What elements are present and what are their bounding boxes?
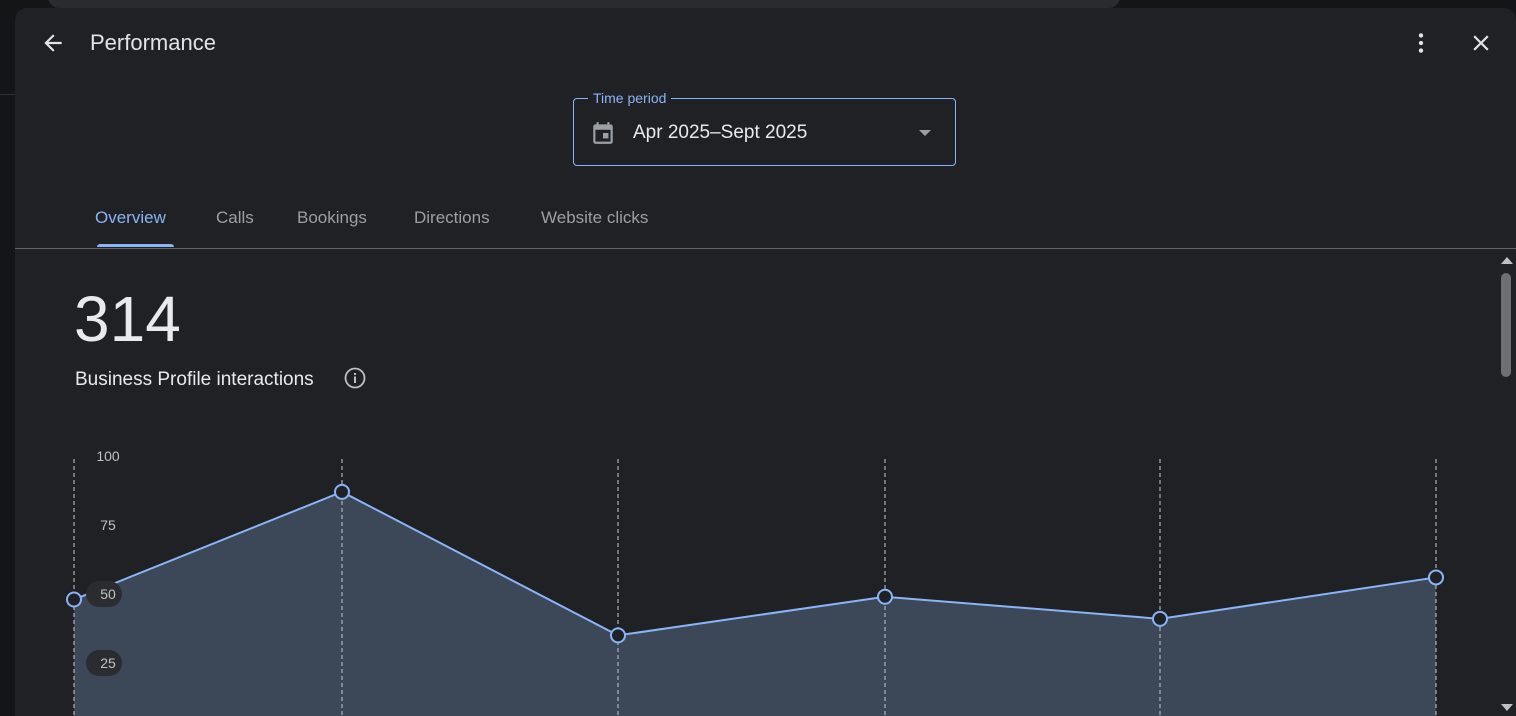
arrow-drop-down-icon [919,130,931,136]
time-period-select[interactable]: Time period Apr 2025–Sept 2025 [573,89,956,166]
tab-calls[interactable]: Calls [216,208,254,228]
data-point-4 [1152,610,1168,627]
time-period-label: Time period [588,89,672,107]
overview-content: 100 75 50 25 314 Business Profile interacti… [15,249,1495,716]
info-icon[interactable] [343,366,367,390]
tab-directions[interactable]: Directions [414,208,490,228]
interactions-label: Business Profile interactions [75,369,314,390]
active-tab-indicator [97,244,174,247]
y-tick-label-100: 100 [96,448,120,464]
close-button[interactable] [1465,27,1497,59]
close-icon [1473,35,1489,51]
scrollbar[interactable] [1498,249,1516,716]
scroll-down-arrow-icon[interactable] [1500,703,1514,713]
more-vert-icon [1418,33,1424,53]
tab-website-clicks[interactable]: Website clicks [541,208,648,228]
more-options-button[interactable] [1405,27,1437,59]
y-tick-label-25: 25 [100,655,116,671]
data-point-5 [1428,569,1444,586]
scroll-up-arrow-icon[interactable] [1500,255,1514,265]
y-tick-label-50: 50 [100,586,116,602]
data-point-0 [66,591,82,608]
background-search-bar [48,0,1120,8]
dialog-title: Performance [90,30,216,55]
y-tick-label-75: 75 [100,517,116,533]
tab-overview[interactable]: Overview [95,208,166,228]
tab-bar: Overview Calls Bookings Directions Websi… [15,188,1516,248]
data-point-3 [877,588,893,605]
back-button[interactable] [37,27,69,59]
time-period-value: Apr 2025–Sept 2025 [633,122,808,143]
area-fill [74,491,1436,716]
calendar-icon [593,122,613,144]
data-point-2 [610,627,626,644]
total-interactions: 314 [74,283,181,355]
tab-bookings[interactable]: Bookings [297,208,367,228]
data-point-1 [334,483,350,500]
scrollbar-thumb[interactable] [1501,273,1511,377]
arrow-back-icon [44,34,62,52]
background-divider [0,94,16,95]
interactions-chart: 100 75 50 25 [66,448,1444,716]
performance-dialog: Performance Time period Apr 2025–Sept 20… [15,8,1516,716]
